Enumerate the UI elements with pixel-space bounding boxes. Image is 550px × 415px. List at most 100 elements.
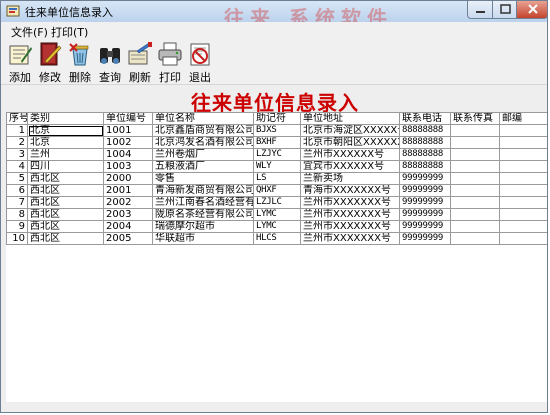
- table-cell[interactable]: 北京市朝阳区XXXXXX号: [300, 136, 400, 149]
- table-row[interactable]: 3 兰州 1004 兰州卷烟厂 LZJYC 兰州市XXXXXX号 88888888: [6, 148, 547, 161]
- table-cell[interactable]: [499, 220, 547, 233]
- table-cell[interactable]: 88888888: [399, 136, 451, 149]
- table-cell[interactable]: [499, 208, 547, 221]
- close-button[interactable]: [516, 1, 547, 19]
- table-cell[interactable]: 北京: [27, 124, 104, 137]
- table-cell[interactable]: 陇原名茶经营有限公司: [152, 208, 254, 221]
- table-cell[interactable]: 兰州市XXXXXXX号: [300, 232, 400, 245]
- table-cell[interactable]: 西北区: [27, 184, 104, 197]
- table-cell[interactable]: [499, 232, 547, 245]
- column-header[interactable]: 单位地址: [300, 112, 400, 125]
- table-cell[interactable]: 2000: [103, 172, 153, 185]
- table-cell[interactable]: 西北区: [27, 208, 104, 221]
- table-cell[interactable]: [450, 184, 500, 197]
- table-cell[interactable]: [499, 160, 547, 173]
- table-cell[interactable]: 1004: [103, 148, 153, 161]
- table-cell[interactable]: [450, 136, 500, 149]
- column-header[interactable]: 助记符: [253, 112, 301, 125]
- table-cell[interactable]: 5: [6, 172, 28, 185]
- table-cell[interactable]: 兰州卷烟厂: [152, 148, 254, 161]
- minimize-button[interactable]: [467, 1, 493, 19]
- print-button[interactable]: 打印: [155, 40, 185, 84]
- table-cell[interactable]: 99999999: [399, 172, 451, 185]
- table-cell[interactable]: 华联超市: [152, 232, 254, 245]
- table-cell[interactable]: 兰州市XXXXXX号: [300, 148, 400, 161]
- table-cell[interactable]: BJXS: [253, 124, 301, 137]
- table-cell[interactable]: 2002: [103, 196, 153, 209]
- table-cell[interactable]: 4: [6, 160, 28, 173]
- table-cell[interactable]: [450, 124, 500, 137]
- table-cell[interactable]: 北京鑫盾商贸有限公司: [152, 124, 254, 137]
- maximize-button[interactable]: [492, 1, 517, 19]
- column-header[interactable]: 类别: [27, 112, 104, 125]
- table-row[interactable]: 7西北区2002兰州江南春名酒经营有限LZJLC兰州市XXXXXXX号99999…: [6, 196, 547, 209]
- table-cell[interactable]: LZJLC: [253, 196, 301, 209]
- table-cell[interactable]: 2005: [103, 232, 153, 245]
- column-header[interactable]: 单位名称: [152, 112, 254, 125]
- table-cell[interactable]: 88888888: [399, 148, 451, 161]
- table-cell[interactable]: [450, 196, 500, 209]
- column-header[interactable]: 邮编: [499, 112, 547, 125]
- table-cell[interactable]: 四川: [27, 160, 104, 173]
- table-row[interactable]: 5 西北区 2000 零售 LS 兰新卖场 99999999: [6, 172, 547, 185]
- table-cell[interactable]: 零售: [152, 172, 254, 185]
- table-cell[interactable]: 88888888: [399, 124, 451, 137]
- table-cell[interactable]: 西北区: [27, 232, 104, 245]
- table-cell[interactable]: 兰州市XXXXXXX号: [300, 220, 400, 233]
- table-cell[interactable]: 99999999: [399, 196, 451, 209]
- data-grid[interactable]: 序号 类别 单位编号 单位名称 助记符 单位地址 联系电话 联系传真 邮编 1北…: [6, 112, 547, 402]
- table-cell[interactable]: [450, 220, 500, 233]
- table-cell[interactable]: 99999999: [399, 232, 451, 245]
- table-cell[interactable]: [450, 208, 500, 221]
- table-cell[interactable]: [499, 148, 547, 161]
- table-cell[interactable]: 7: [6, 196, 28, 209]
- table-cell[interactable]: LYMC: [253, 208, 301, 221]
- exit-button[interactable]: 退出: [185, 40, 215, 84]
- table-cell[interactable]: 99999999: [399, 208, 451, 221]
- table-cell[interactable]: 1003: [103, 160, 153, 173]
- table-row[interactable]: 4 四川 1003 五粮液酒厂 WLY 宜宾市XXXXXX号 88888888: [6, 160, 547, 173]
- table-cell[interactable]: 10: [6, 232, 28, 245]
- table-cell[interactable]: [450, 148, 500, 161]
- table-cell[interactable]: 五粮液酒厂: [152, 160, 254, 173]
- table-cell[interactable]: [499, 136, 547, 149]
- table-cell[interactable]: 北京鸿发名酒有限公司: [152, 136, 254, 149]
- table-cell[interactable]: 1002: [103, 136, 153, 149]
- title-bar[interactable]: 往来单位信息录入 往来 系统软件: [1, 1, 547, 30]
- table-cell[interactable]: 9: [6, 220, 28, 233]
- table-cell[interactable]: 兰州: [27, 148, 104, 161]
- table-cell[interactable]: LYMC: [253, 220, 301, 233]
- table-cell[interactable]: 北京: [27, 136, 104, 149]
- table-cell[interactable]: 2: [6, 136, 28, 149]
- table-cell[interactable]: 青海市XXXXXXX号: [300, 184, 400, 197]
- table-cell[interactable]: [499, 172, 547, 185]
- table-row[interactable]: 1 北京 1001 北京鑫盾商贸有限公司 BJXS 北京市海淀区XXXXX号 8888888…: [6, 124, 547, 137]
- table-cell[interactable]: 6: [6, 184, 28, 197]
- table-cell[interactable]: WLY: [253, 160, 301, 173]
- table-cell[interactable]: LS: [253, 172, 301, 185]
- table-cell[interactable]: 青海新发商贸有限公司: [152, 184, 254, 197]
- table-cell[interactable]: 西北区: [27, 220, 104, 233]
- add-button[interactable]: 添加: [5, 40, 35, 84]
- delete-button[interactable]: 删除: [65, 40, 95, 84]
- table-cell[interactable]: 兰新卖场: [300, 172, 400, 185]
- column-header[interactable]: 序号: [6, 112, 28, 125]
- table-cell[interactable]: [499, 196, 547, 209]
- table-cell[interactable]: 99999999: [399, 184, 451, 197]
- table-cell[interactable]: [499, 184, 547, 197]
- table-cell[interactable]: 兰州市XXXXXXX号: [300, 208, 400, 221]
- table-cell[interactable]: 瑞德摩尔超市: [152, 220, 254, 233]
- table-cell[interactable]: 西北区: [27, 172, 104, 185]
- table-cell[interactable]: 1: [6, 124, 28, 137]
- table-cell[interactable]: 兰州江南春名酒经营有限: [152, 196, 254, 209]
- table-cell[interactable]: BXHF: [253, 136, 301, 149]
- table-cell[interactable]: 1001: [103, 124, 153, 137]
- table-cell[interactable]: 8: [6, 208, 28, 221]
- table-cell[interactable]: [450, 172, 500, 185]
- table-cell[interactable]: QHXF: [253, 184, 301, 197]
- column-header[interactable]: 联系传真: [450, 112, 500, 125]
- table-cell[interactable]: [499, 124, 547, 137]
- query-button[interactable]: 查询: [95, 40, 125, 84]
- table-row[interactable]: 10 西北区 2005 华联超市 HLCS 兰州市XXXXXXX号 99999999: [6, 232, 547, 245]
- table-cell[interactable]: HLCS: [253, 232, 301, 245]
